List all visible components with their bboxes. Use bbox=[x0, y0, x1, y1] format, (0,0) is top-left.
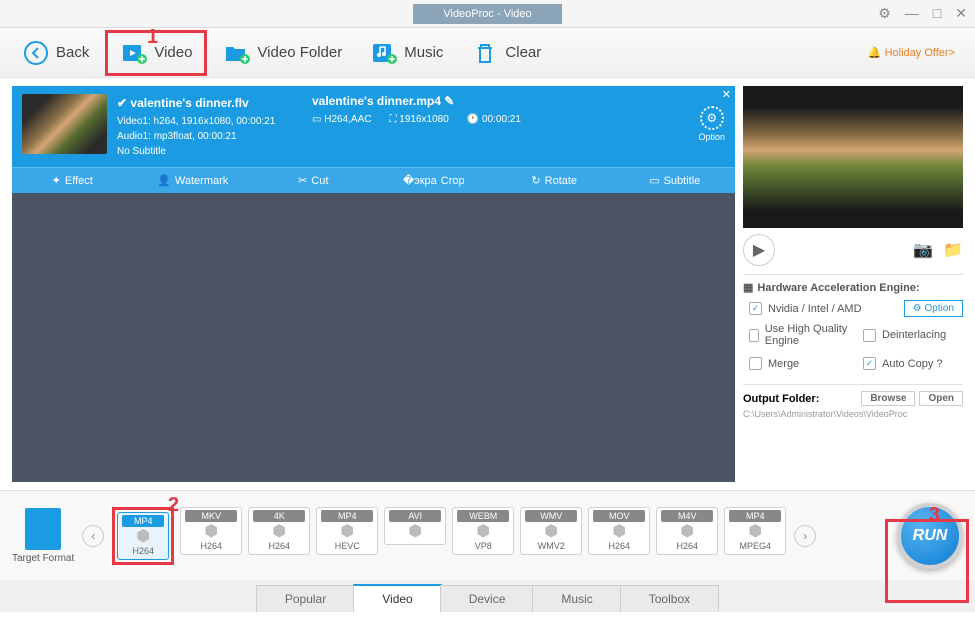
format-item-m4v-h264[interactable]: M4V⬢H264 bbox=[656, 507, 718, 565]
main-area: ✔ valentine's dinner.flv Video1: h264, 1… bbox=[0, 78, 975, 490]
chip-icon: ▦ bbox=[743, 281, 753, 294]
format-item-4k-h264[interactable]: 4K⬢H264 bbox=[248, 507, 310, 565]
subtitle-button[interactable]: ▭Subtitle bbox=[615, 168, 736, 193]
tab-toolbox[interactable]: Toolbox bbox=[620, 585, 719, 612]
tab-device[interactable]: Device bbox=[440, 585, 535, 612]
minimize-icon[interactable]: — bbox=[905, 5, 919, 22]
toolbar: Back Video Video Folder Music Clear 🔔 Ho… bbox=[0, 28, 975, 78]
close-icon[interactable]: ✕ bbox=[955, 5, 967, 22]
deint-checkbox[interactable] bbox=[863, 329, 876, 342]
cut-button[interactable]: ✂Cut bbox=[253, 168, 374, 193]
gear-icon: ⚙ bbox=[700, 106, 724, 130]
titlebar: VideoProc - Video ⚙ — □ ✕ bbox=[0, 0, 975, 28]
target-info: valentine's dinner.mp4 ✎ ▭ H264,AAC ⛶ 19… bbox=[312, 94, 725, 159]
window-controls: ⚙ — □ ✕ bbox=[878, 5, 967, 22]
codec-info: ▭ H264,AAC bbox=[312, 114, 371, 125]
merge-checkbox[interactable] bbox=[749, 357, 762, 370]
format-prev-button[interactable]: ‹ bbox=[82, 525, 104, 547]
hw-vendors-checkbox[interactable]: ✓ bbox=[749, 302, 762, 315]
crop-icon: �экра bbox=[403, 174, 437, 187]
scissors-icon: ✂ bbox=[298, 174, 307, 187]
output-path: C:\Users\Administrator\Videos\VideoProc bbox=[743, 409, 963, 419]
gear-icon: ⚙ bbox=[913, 303, 922, 314]
resolution-info: ⛶ 1916x1080 bbox=[389, 114, 448, 125]
video-icon bbox=[120, 39, 148, 67]
add-music-button[interactable]: Music bbox=[358, 33, 455, 73]
file-list-panel: ✔ valentine's dinner.flv Video1: h264, 1… bbox=[12, 86, 735, 482]
crop-button[interactable]: �экраCrop bbox=[374, 168, 495, 193]
rotate-icon: ↻ bbox=[531, 174, 540, 187]
open-folder-icon[interactable]: 📁 bbox=[943, 240, 963, 260]
clear-button[interactable]: Clear bbox=[459, 33, 553, 73]
holiday-offer-link[interactable]: 🔔 Holiday Offer> bbox=[868, 46, 955, 59]
browse-button[interactable]: Browse bbox=[861, 391, 915, 406]
codec-option-button[interactable]: ⚙ Option bbox=[698, 106, 725, 142]
snapshot-icon[interactable]: 📷 bbox=[913, 240, 933, 260]
target-format-label: Target Format bbox=[12, 508, 74, 564]
format-item-mp4-hevc[interactable]: MP4⬢HEVC bbox=[316, 507, 378, 565]
add-video-folder-button[interactable]: Video Folder bbox=[211, 33, 354, 73]
file-thumbnail bbox=[22, 94, 107, 154]
remove-file-button[interactable]: ✕ bbox=[722, 88, 731, 101]
format-item-webm-vp8[interactable]: WEBM⬢VP8 bbox=[452, 507, 514, 565]
duration-info: 🕐 00:00:21 bbox=[467, 114, 521, 125]
format-item-avi-[interactable]: AVI⬢ bbox=[384, 507, 446, 565]
hw-option-button[interactable]: ⚙Option bbox=[904, 300, 963, 317]
run-button[interactable]: RUN bbox=[897, 503, 963, 569]
play-button[interactable]: ▶ bbox=[743, 234, 775, 266]
bell-icon: 🔔 bbox=[868, 46, 882, 59]
hardware-section: ▦Hardware Acceleration Engine: ✓ Nvidia … bbox=[743, 274, 963, 376]
file-actions: ✦Effect 👤Watermark ✂Cut �экраCrop ↻Rotat… bbox=[12, 167, 735, 193]
rotate-button[interactable]: ↻Rotate bbox=[494, 168, 615, 193]
settings-icon[interactable]: ⚙ bbox=[878, 5, 891, 22]
format-next-button[interactable]: › bbox=[794, 525, 816, 547]
add-video-button[interactable]: Video bbox=[105, 30, 207, 76]
format-item-mkv-h264[interactable]: MKV⬢H264 bbox=[180, 507, 242, 565]
format-item-wmv-wmv2[interactable]: WMV⬢WMV2 bbox=[520, 507, 582, 565]
subtitle-icon: ▭ bbox=[649, 174, 659, 187]
right-panel: ▶ 📷 📁 ▦Hardware Acceleration Engine: ✓ N… bbox=[735, 78, 975, 490]
tab-video[interactable]: Video bbox=[353, 584, 441, 612]
hq-checkbox[interactable] bbox=[749, 329, 759, 342]
source-info: ✔ valentine's dinner.flv Video1: h264, 1… bbox=[117, 94, 302, 159]
watermark-button[interactable]: 👤Watermark bbox=[133, 168, 254, 193]
format-strip: Target Format ‹ MP4⬢H264MKV⬢H2644K⬢H264M… bbox=[0, 490, 975, 580]
check-icon: ✔ bbox=[117, 96, 127, 110]
back-button[interactable]: Back bbox=[10, 33, 101, 73]
person-icon: 👤 bbox=[157, 174, 171, 187]
output-section: Output Folder: Browse Open C:\Users\Admi… bbox=[743, 384, 963, 419]
autocopy-checkbox[interactable]: ✓ bbox=[863, 357, 876, 370]
target-format-icon bbox=[25, 508, 61, 550]
category-tabs: PopularVideoDeviceMusicToolbox bbox=[0, 580, 975, 612]
preview-image bbox=[743, 86, 963, 228]
file-card[interactable]: ✔ valentine's dinner.flv Video1: h264, 1… bbox=[12, 86, 735, 193]
trash-icon bbox=[471, 39, 499, 67]
folder-icon bbox=[223, 39, 251, 67]
tab-music[interactable]: Music bbox=[532, 585, 621, 612]
maximize-icon[interactable]: □ bbox=[933, 5, 941, 22]
back-icon bbox=[22, 39, 50, 67]
tab-popular[interactable]: Popular bbox=[256, 585, 355, 612]
effect-button[interactable]: ✦Effect bbox=[12, 168, 133, 193]
open-button[interactable]: Open bbox=[919, 391, 963, 406]
format-item-mp4-h264[interactable]: MP4⬢H264 bbox=[112, 507, 174, 565]
format-item-mov-h264[interactable]: MOV⬢H264 bbox=[588, 507, 650, 565]
music-icon bbox=[370, 39, 398, 67]
wand-icon: ✦ bbox=[52, 174, 61, 187]
window-title: VideoProc - Video bbox=[413, 4, 561, 24]
edit-icon[interactable]: ✎ bbox=[444, 94, 454, 108]
format-item-mp4-mpeg4[interactable]: MP4⬢MPEG4 bbox=[724, 507, 786, 565]
